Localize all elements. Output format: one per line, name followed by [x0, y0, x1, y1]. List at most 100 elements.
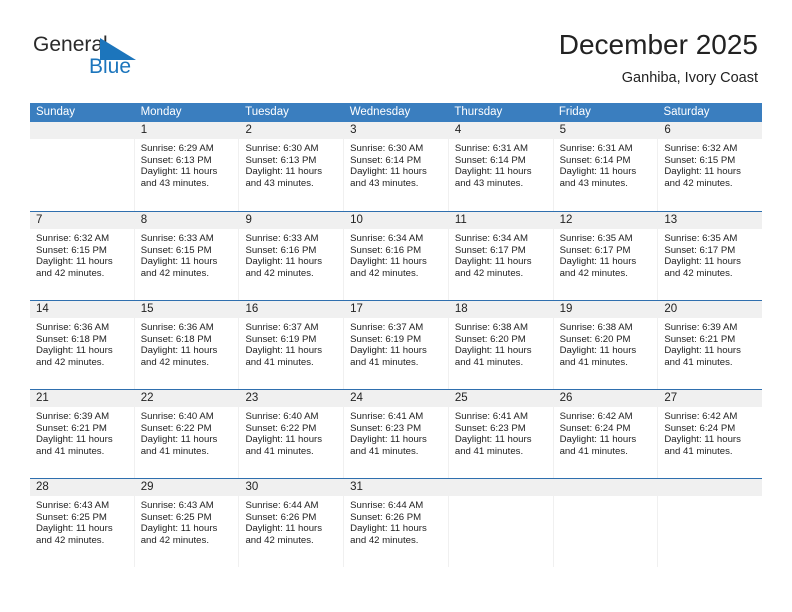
day-number — [553, 479, 658, 496]
sunset-text: Sunset: 6:20 PM — [559, 333, 631, 345]
day-details — [30, 139, 134, 143]
day-details: Sunrise: 6:38 AM Sunset: 6:20 PM Daylight:… — [449, 318, 553, 368]
sunset-text: Sunset: 6:13 PM — [245, 154, 317, 166]
day-cell[interactable]: 9 Sunrise: 6:33 AM Sunset: 6:16 PM Daylight… — [239, 212, 345, 300]
daylight-text-line1: Daylight: 11 hours — [350, 345, 427, 357]
day-cell[interactable]: 30 Sunrise: 6:44 AM Sunset: 6:26 PM Dayligh… — [239, 479, 345, 567]
weekday-header-sunday: Sunday — [36, 106, 76, 118]
sunrise-text: Sunrise: 6:39 AM — [36, 411, 110, 422]
daylight-text-line2: and 42 minutes. — [245, 267, 314, 279]
day-details: Sunrise: 6:34 AM Sunset: 6:16 PM Daylight:… — [344, 229, 448, 279]
day-number: 14 — [30, 301, 134, 318]
sunset-text: Sunset: 6:21 PM — [36, 422, 107, 434]
day-number: 18 — [448, 301, 553, 318]
daylight-text-line2: and 41 minutes. — [559, 445, 628, 457]
sunrise-text: Sunrise: 6:36 AM — [36, 322, 110, 333]
sunrise-text: Sunrise: 6:37 AM — [245, 322, 319, 333]
day-cell[interactable]: 20 Sunrise: 6:39 AM Sunset: 6:21 PM Dayligh… — [658, 301, 763, 389]
weekday-header-monday: Monday — [140, 106, 182, 118]
sunset-text: Sunset: 6:19 PM — [350, 333, 422, 345]
day-cell[interactable]: 2 Sunrise: 6:30 AM Sunset: 6:13 PM Daylight… — [239, 122, 345, 211]
day-number: 31 — [344, 479, 448, 496]
day-cell[interactable]: 27 Sunrise: 6:42 AM Sunset: 6:24 PM Dayligh… — [658, 390, 763, 478]
daylight-text-line1: Daylight: 11 hours — [454, 166, 532, 178]
sunset-text: Sunset: 6:26 PM — [245, 511, 317, 523]
general-blue-logo[interactable]: General Blue — [33, 33, 183, 81]
sunset-text: Sunset: 6:25 PM — [36, 511, 107, 523]
weekday-header-thursday: Thursday — [454, 106, 503, 118]
sunrise-text: Sunrise: 6:42 AM — [559, 411, 633, 422]
day-number: 9 — [239, 212, 344, 229]
sunset-text: Sunset: 6:20 PM — [454, 333, 526, 345]
day-details: Sunrise: 6:33 AM Sunset: 6:16 PM Daylight:… — [239, 229, 343, 279]
sunrise-text: Sunrise: 6:44 AM — [245, 500, 319, 511]
day-cell[interactable]: 8 Sunrise: 6:33 AM Sunset: 6:15 PM Daylight… — [134, 212, 240, 300]
day-cell[interactable]: 13 Sunrise: 6:35 AM Sunset: 6:17 PM Dayligh… — [658, 212, 763, 300]
day-cell[interactable]: 11 Sunrise: 6:34 AM Sunset: 6:17 PM Dayligh… — [448, 212, 554, 300]
day-cell[interactable]: 31 Sunrise: 6:44 AM Sunset: 6:26 PM Dayligh… — [344, 479, 449, 567]
day-number: 3 — [344, 122, 448, 139]
day-cell[interactable]: 19 Sunrise: 6:38 AM Sunset: 6:20 PM Dayligh… — [553, 301, 659, 389]
day-cell[interactable]: 5 Sunrise: 6:31 AM Sunset: 6:14 PM Daylight… — [553, 122, 659, 211]
day-cell[interactable] — [553, 479, 659, 567]
day-cell[interactable]: 7 Sunrise: 6:32 AM Sunset: 6:15 PM Daylight… — [30, 212, 135, 300]
sunrise-text: Sunrise: 6:43 AM — [36, 500, 110, 511]
day-cell[interactable]: 26 Sunrise: 6:42 AM Sunset: 6:24 PM Dayligh… — [553, 390, 659, 478]
day-details: Sunrise: 6:43 AM Sunset: 6:25 PM Daylight:… — [135, 496, 239, 546]
day-cell[interactable]: 21 Sunrise: 6:39 AM Sunset: 6:21 PM Dayligh… — [30, 390, 135, 478]
day-details: Sunrise: 6:36 AM Sunset: 6:18 PM Daylight:… — [135, 318, 239, 368]
day-number: 2 — [239, 122, 344, 139]
day-number: 16 — [239, 301, 344, 318]
daylight-text-line2: and 43 minutes. — [559, 177, 628, 189]
day-details: Sunrise: 6:33 AM Sunset: 6:15 PM Daylight:… — [135, 229, 239, 279]
daylight-text-line1: Daylight: 11 hours — [664, 345, 741, 357]
day-cell[interactable]: 10 Sunrise: 6:34 AM Sunset: 6:16 PM Dayligh… — [344, 212, 449, 300]
daylight-text-line2: and 42 minutes. — [350, 534, 419, 546]
day-details: Sunrise: 6:35 AM Sunset: 6:17 PM Daylight:… — [658, 229, 762, 279]
daylight-text-line1: Daylight: 11 hours — [245, 345, 323, 357]
daylight-text-line1: Daylight: 11 hours — [140, 166, 218, 178]
daylight-text-line2: and 41 minutes. — [36, 445, 105, 457]
sunrise-text: Sunrise: 6:30 AM — [245, 143, 319, 154]
day-cell[interactable]: 29 Sunrise: 6:43 AM Sunset: 6:25 PM Dayligh… — [134, 479, 240, 567]
day-cell[interactable] — [658, 479, 763, 567]
sunset-text: Sunset: 6:18 PM — [36, 333, 107, 345]
day-details: Sunrise: 6:32 AM Sunset: 6:15 PM Daylight:… — [30, 229, 134, 279]
day-number: 4 — [448, 122, 553, 139]
day-cell[interactable]: 14 Sunrise: 6:36 AM Sunset: 6:18 PM Dayligh… — [30, 301, 135, 389]
day-cell[interactable]: 24 Sunrise: 6:41 AM Sunset: 6:23 PM Dayligh… — [344, 390, 449, 478]
day-number: 30 — [239, 479, 344, 496]
daylight-text-line2: and 42 minutes. — [36, 356, 105, 368]
day-number: 19 — [553, 301, 658, 318]
day-cell[interactable] — [448, 479, 554, 567]
sunset-text: Sunset: 6:13 PM — [140, 154, 212, 166]
day-cell[interactable]: 3 Sunrise: 6:30 AM Sunset: 6:14 PM Daylight… — [344, 122, 449, 211]
daylight-text-line2: and 41 minutes. — [664, 445, 733, 457]
weekday-header-wednesday: Wednesday — [349, 106, 411, 118]
day-number: 24 — [344, 390, 448, 407]
day-cell[interactable] — [30, 122, 135, 211]
day-cell[interactable]: 25 Sunrise: 6:41 AM Sunset: 6:23 PM Dayligh… — [448, 390, 554, 478]
day-cell[interactable]: 18 Sunrise: 6:38 AM Sunset: 6:20 PM Dayligh… — [448, 301, 554, 389]
daylight-text-line1: Daylight: 11 hours — [36, 256, 113, 268]
day-cell[interactable]: 12 Sunrise: 6:35 AM Sunset: 6:17 PM Dayligh… — [553, 212, 659, 300]
day-cell[interactable]: 16 Sunrise: 6:37 AM Sunset: 6:19 PM Dayligh… — [239, 301, 345, 389]
daylight-text-line1: Daylight: 11 hours — [350, 523, 427, 535]
day-details: Sunrise: 6:32 AM Sunset: 6:15 PM Daylight:… — [658, 139, 762, 189]
day-cell[interactable]: 22 Sunrise: 6:40 AM Sunset: 6:22 PM Dayligh… — [134, 390, 240, 478]
day-cell[interactable]: 17 Sunrise: 6:37 AM Sunset: 6:19 PM Dayligh… — [344, 301, 449, 389]
day-cell[interactable]: 23 Sunrise: 6:40 AM Sunset: 6:22 PM Dayligh… — [239, 390, 345, 478]
day-cell[interactable]: 4 Sunrise: 6:31 AM Sunset: 6:14 PM Daylight… — [448, 122, 554, 211]
daylight-text-line2: and 41 minutes. — [245, 356, 314, 368]
day-cell[interactable]: 28 Sunrise: 6:43 AM Sunset: 6:25 PM Dayligh… — [30, 479, 135, 567]
daylight-text-line2: and 42 minutes. — [664, 267, 733, 279]
day-cell[interactable]: 6 Sunrise: 6:32 AM Sunset: 6:15 PM Daylight… — [658, 122, 763, 211]
day-number: 27 — [658, 390, 763, 407]
day-cell[interactable]: 1 Sunrise: 6:29 AM Sunset: 6:13 PM Daylight… — [134, 122, 240, 211]
daylight-text-line1: Daylight: 11 hours — [664, 166, 741, 178]
day-cell[interactable]: 15 Sunrise: 6:36 AM Sunset: 6:18 PM Dayligh… — [134, 301, 240, 389]
day-details: Sunrise: 6:37 AM Sunset: 6:19 PM Daylight:… — [239, 318, 343, 368]
logo-text-blue: Blue — [89, 55, 132, 78]
day-number: 1 — [134, 122, 239, 139]
day-details: Sunrise: 6:31 AM Sunset: 6:14 PM Daylight:… — [449, 139, 553, 189]
